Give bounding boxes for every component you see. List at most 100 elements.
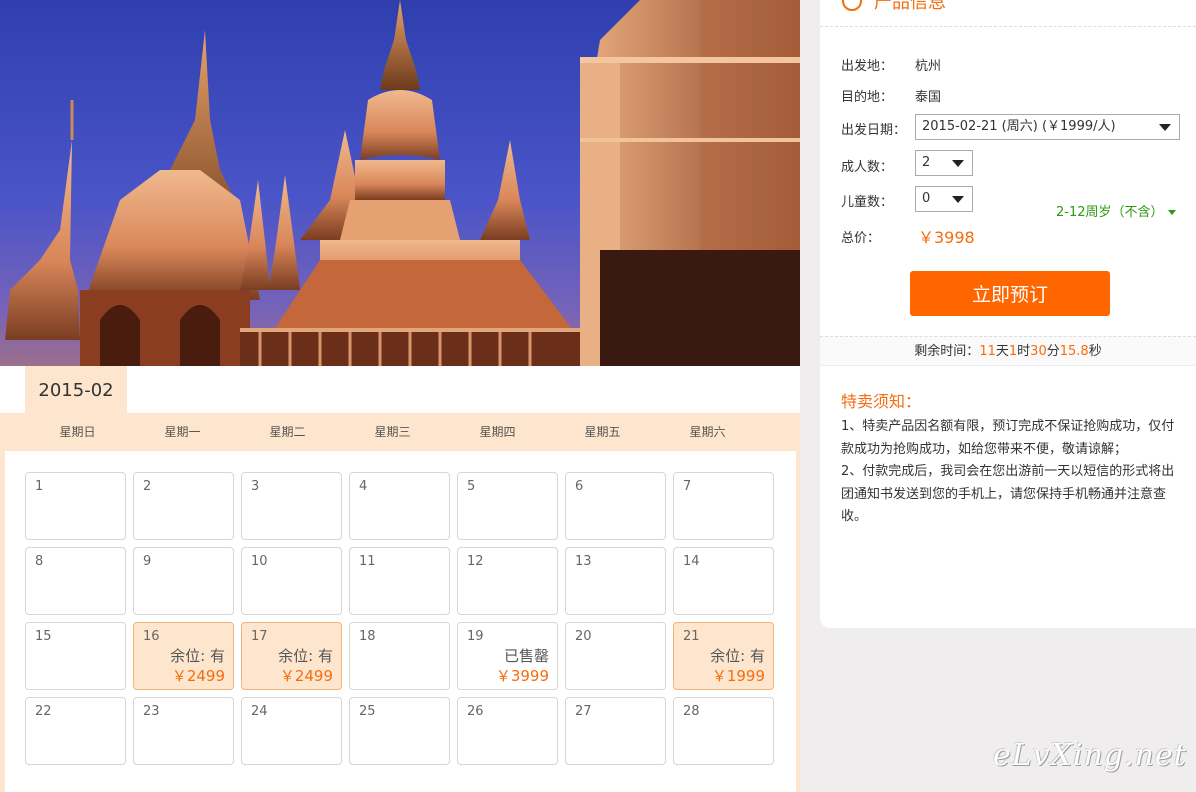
day-availability: 余位: 有 <box>710 647 765 665</box>
countdown-minutes-unit: 分 <box>1046 344 1060 359</box>
child-age-tip[interactable]: 2-12周岁（不含） <box>1056 201 1176 220</box>
countdown-hours: 1 <box>1008 344 1018 359</box>
calendar-day[interactable]: 9 <box>133 547 234 615</box>
hero-photo <box>0 0 800 366</box>
day-number: 13 <box>575 554 592 569</box>
calendar: 星期日 星期一 星期二 星期三 星期四 星期五 星期六 1 2 3 4 5 6 7 8 9 10 11 12 13 1… <box>0 413 800 792</box>
day-number: 2 <box>143 479 152 494</box>
day-number: 18 <box>359 629 376 644</box>
calendar-day[interactable]: 17 余位: 有 ￥2499 <box>241 622 342 690</box>
calendar-day[interactable]: 4 <box>349 472 450 540</box>
chevron-down-icon <box>952 160 964 167</box>
calendar-day[interactable]: 12 <box>457 547 558 615</box>
day-number: 25 <box>359 704 376 719</box>
day-number: 21 <box>683 629 700 644</box>
notice-item: 1、特卖产品因名额有限，预订完成不保证抢购成功，仅付款成功为抢购成功，如给您带来… <box>841 419 1175 457</box>
calendar-day[interactable]: 15 <box>25 622 126 690</box>
weekday-label: 星期日 <box>59 425 96 439</box>
edit-circle-icon <box>842 0 862 11</box>
notice-title: 特卖须知： <box>841 392 922 411</box>
day-number: 3 <box>251 479 260 494</box>
children-select[interactable]: 0 <box>915 186 973 212</box>
day-number: 8 <box>35 554 44 569</box>
weekday-label: 星期五 <box>584 425 621 439</box>
countdown-days-unit: 天 <box>995 344 1009 359</box>
calendar-day[interactable]: 14 <box>673 547 774 615</box>
temple-photo <box>0 0 800 366</box>
calendar-day[interactable]: 1 <box>25 472 126 540</box>
calendar-day[interactable]: 23 <box>133 697 234 765</box>
day-number: 9 <box>143 554 152 569</box>
calendar-day[interactable]: 24 <box>241 697 342 765</box>
calendar-day[interactable]: 6 <box>565 472 666 540</box>
watermark: eLvXing.net <box>993 738 1187 773</box>
calendar-day[interactable]: 25 <box>349 697 450 765</box>
caret-down-icon <box>1167 210 1176 215</box>
children-label: 儿童数： <box>841 195 894 210</box>
departure-label: 出发地： <box>841 59 894 74</box>
chevron-down-icon <box>1159 124 1171 131</box>
day-number: 12 <box>467 554 484 569</box>
day-number: 22 <box>35 704 52 719</box>
chevron-down-icon <box>952 196 964 203</box>
day-availability: 余位: 有 <box>170 647 225 665</box>
date-label: 出发日期： <box>841 123 907 138</box>
calendar-day[interactable]: 20 <box>565 622 666 690</box>
calendar-day[interactable]: 2 <box>133 472 234 540</box>
day-availability: 余位: 有 <box>278 647 333 665</box>
weekday-label: 星期六 <box>689 425 726 439</box>
calendar-day[interactable]: 7 <box>673 472 774 540</box>
day-number: 6 <box>575 479 584 494</box>
countdown-minutes: 30 <box>1030 344 1047 359</box>
book-now-button[interactable]: 立即预订 <box>910 271 1110 316</box>
children-value: 0 <box>922 191 931 206</box>
calendar-day[interactable]: 28 <box>673 697 774 765</box>
weekday-header: 星期日 星期一 星期二 星期三 星期四 星期五 星期六 <box>0 413 800 451</box>
notice-list: 1、特卖产品因名额有限，预订完成不保证抢购成功，仅付款成功为抢购成功，如给您带来… <box>841 416 1181 529</box>
countdown-days: 11 <box>979 344 996 359</box>
day-number: 14 <box>683 554 700 569</box>
day-number: 5 <box>467 479 476 494</box>
calendar-day[interactable]: 11 <box>349 547 450 615</box>
day-number: 17 <box>251 629 268 644</box>
calendar-day[interactable]: 10 <box>241 547 342 615</box>
weekday-label: 星期二 <box>269 425 306 439</box>
calendar-day[interactable]: 16 余位: 有 ￥2499 <box>133 622 234 690</box>
day-number: 23 <box>143 704 160 719</box>
panel-header: 产品信息 <box>820 0 1196 27</box>
day-number: 26 <box>467 704 484 719</box>
calendar-day[interactable]: 3 <box>241 472 342 540</box>
child-age-tip-text: 2-12周岁（不含） <box>1056 205 1164 220</box>
calendar-day[interactable]: 22 <box>25 697 126 765</box>
calendar-day[interactable]: 26 <box>457 697 558 765</box>
calendar-day[interactable]: 5 <box>457 472 558 540</box>
day-number: 28 <box>683 704 700 719</box>
day-number: 15 <box>35 629 52 644</box>
adults-value: 2 <box>922 155 931 170</box>
notice-item: 2、付款完成后，我司会在您出游前一天以短信的形式将出团通知书发送到您的手机上，请… <box>841 464 1175 524</box>
total-label: 总价： <box>841 231 881 246</box>
departure-date-value: 2015-02-21 (周六) (￥1999/人) <box>922 119 1116 134</box>
day-number: 1 <box>35 479 44 494</box>
day-number: 4 <box>359 479 368 494</box>
panel-title: 产品信息 <box>874 0 946 13</box>
adults-select[interactable]: 2 <box>915 150 973 176</box>
destination-label: 目的地： <box>841 90 894 105</box>
month-tab[interactable]: 2015-02 <box>25 366 127 414</box>
day-number: 24 <box>251 704 268 719</box>
day-number: 16 <box>143 629 160 644</box>
calendar-day[interactable]: 19 已售罄 ￥3999 <box>457 622 558 690</box>
calendar-day[interactable]: 21 余位: 有 ￥1999 <box>673 622 774 690</box>
calendar-day[interactable]: 18 <box>349 622 450 690</box>
calendar-day[interactable]: 27 <box>565 697 666 765</box>
left-column: 2015-02 星期日 星期一 星期二 星期三 星期四 星期五 星期六 1234567891… <box>0 0 800 792</box>
departure-date-select[interactable]: 2015-02-21 (周六) (￥1999/人) <box>915 114 1180 140</box>
total-price: ￥3998 <box>918 228 975 247</box>
adults-label: 成人数： <box>841 160 894 175</box>
calendar-day[interactable]: 13 <box>565 547 666 615</box>
day-price: ￥2499 <box>171 667 225 685</box>
countdown-seconds-unit: 秒 <box>1088 344 1102 359</box>
departure-value: 杭州 <box>915 59 942 74</box>
weekday-label: 星期四 <box>479 425 516 439</box>
calendar-day[interactable]: 8 <box>25 547 126 615</box>
